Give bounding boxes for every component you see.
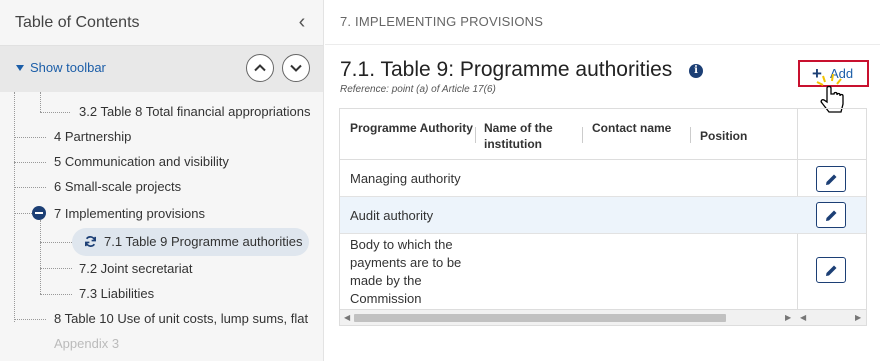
scroll-right-icon[interactable]: ▶ — [785, 313, 791, 322]
info-icon[interactable]: i — [689, 64, 703, 78]
tree-line — [40, 268, 72, 269]
toc-item-7-1[interactable]: 7.1 Table 9 Programme authorities — [104, 234, 302, 249]
toc-item-7-2[interactable]: 7.2 Joint secretariat — [79, 261, 192, 276]
authorities-table: Programme Authority Name of the institut… — [339, 108, 867, 326]
cell-authority: Body to which the payments are to be mad… — [350, 237, 462, 306]
tree-line — [14, 92, 15, 322]
horizontal-scrollbar[interactable]: ◀ ▶ — [340, 309, 797, 325]
divider — [325, 44, 880, 45]
scrollbar-thumb[interactable] — [354, 314, 726, 322]
move-down-button[interactable] — [282, 54, 310, 82]
edit-button[interactable] — [816, 166, 846, 192]
toc-header: Table of Contents ‹ — [0, 0, 323, 46]
sync-icon — [85, 236, 96, 247]
edit-button[interactable] — [816, 257, 846, 283]
table-row: Audit authority — [340, 197, 866, 234]
cell-authority: Audit authority — [350, 208, 434, 223]
scroll-left-icon[interactable]: ◀ — [344, 313, 350, 322]
reference-text: Reference: point (a) of Article 17(6) — [340, 84, 496, 95]
toc-item-7-3[interactable]: 7.3 Liabilities — [79, 286, 154, 301]
tree-line — [40, 294, 72, 295]
toc-item-3-2[interactable]: 3.2 Table 8 Total financial appropriatio… — [79, 104, 311, 119]
col-header-programme-authority[interactable]: Programme Authority — [340, 109, 475, 159]
tree-line — [40, 220, 41, 294]
toc-item-7[interactable]: 7 Implementing provisions — [54, 206, 205, 221]
col-header-position[interactable]: Position — [690, 109, 790, 159]
toc-title: Table of Contents — [15, 14, 140, 31]
tree-line — [14, 213, 32, 214]
caret-down-icon — [16, 64, 24, 71]
move-up-button[interactable] — [246, 54, 274, 82]
toolbar-row: Show toolbar — [0, 46, 323, 92]
tree-line — [14, 162, 46, 163]
chevron-up-icon — [254, 64, 266, 72]
toc-item-appendix-3[interactable]: Appendix 3 — [54, 336, 119, 351]
tree-line — [40, 92, 41, 112]
pencil-icon — [825, 265, 836, 276]
col-header-institution[interactable]: Name of the institution — [474, 109, 584, 159]
toc-item-5[interactable]: 5 Communication and visibility — [54, 154, 229, 169]
col-header-contact-name[interactable]: Contact name — [582, 109, 682, 159]
tree-line — [14, 137, 46, 138]
tree-line — [40, 112, 70, 113]
tree-line — [14, 187, 46, 188]
toc-item-8[interactable]: 8 Table 10 Use of unit costs, lump sums,… — [54, 311, 308, 326]
table-row: Body to which the payments are to be mad… — [340, 234, 866, 309]
collapse-node-icon[interactable] — [32, 206, 46, 220]
main-content: 7. IMPLEMENTING PROVISIONS 7.1. Table 9:… — [325, 0, 880, 361]
scroll-right-icon[interactable]: ▶ — [855, 313, 861, 322]
cell-authority: Managing authority — [350, 171, 461, 186]
app-window: Table of Contents ‹ Show toolbar 3.2 Tab… — [0, 0, 880, 361]
page-title: 7.1. Table 9: Programme authorities — [340, 58, 673, 81]
toc-sidebar: Table of Contents ‹ Show toolbar 3.2 Tab… — [0, 0, 324, 361]
pencil-icon — [825, 174, 836, 185]
toc-item-4[interactable]: 4 Partnership — [54, 129, 131, 144]
scroll-left-icon[interactable]: ◀ — [800, 313, 806, 322]
breadcrumb: 7. IMPLEMENTING PROVISIONS — [340, 14, 544, 29]
collapse-sidebar-icon[interactable]: ‹ — [294, 12, 310, 32]
tree-line — [14, 319, 46, 320]
pencil-icon — [825, 210, 836, 221]
show-toolbar-label: Show toolbar — [30, 60, 106, 75]
show-toolbar-toggle[interactable]: Show toolbar — [16, 60, 106, 75]
horizontal-scrollbar-actions[interactable]: ◀ ▶ — [797, 309, 866, 325]
chevron-down-icon — [290, 64, 302, 72]
toc-item-6[interactable]: 6 Small-scale projects — [54, 179, 181, 194]
edit-button[interactable] — [816, 202, 846, 228]
table-row: Managing authority — [340, 160, 866, 197]
tree-line — [40, 242, 72, 243]
